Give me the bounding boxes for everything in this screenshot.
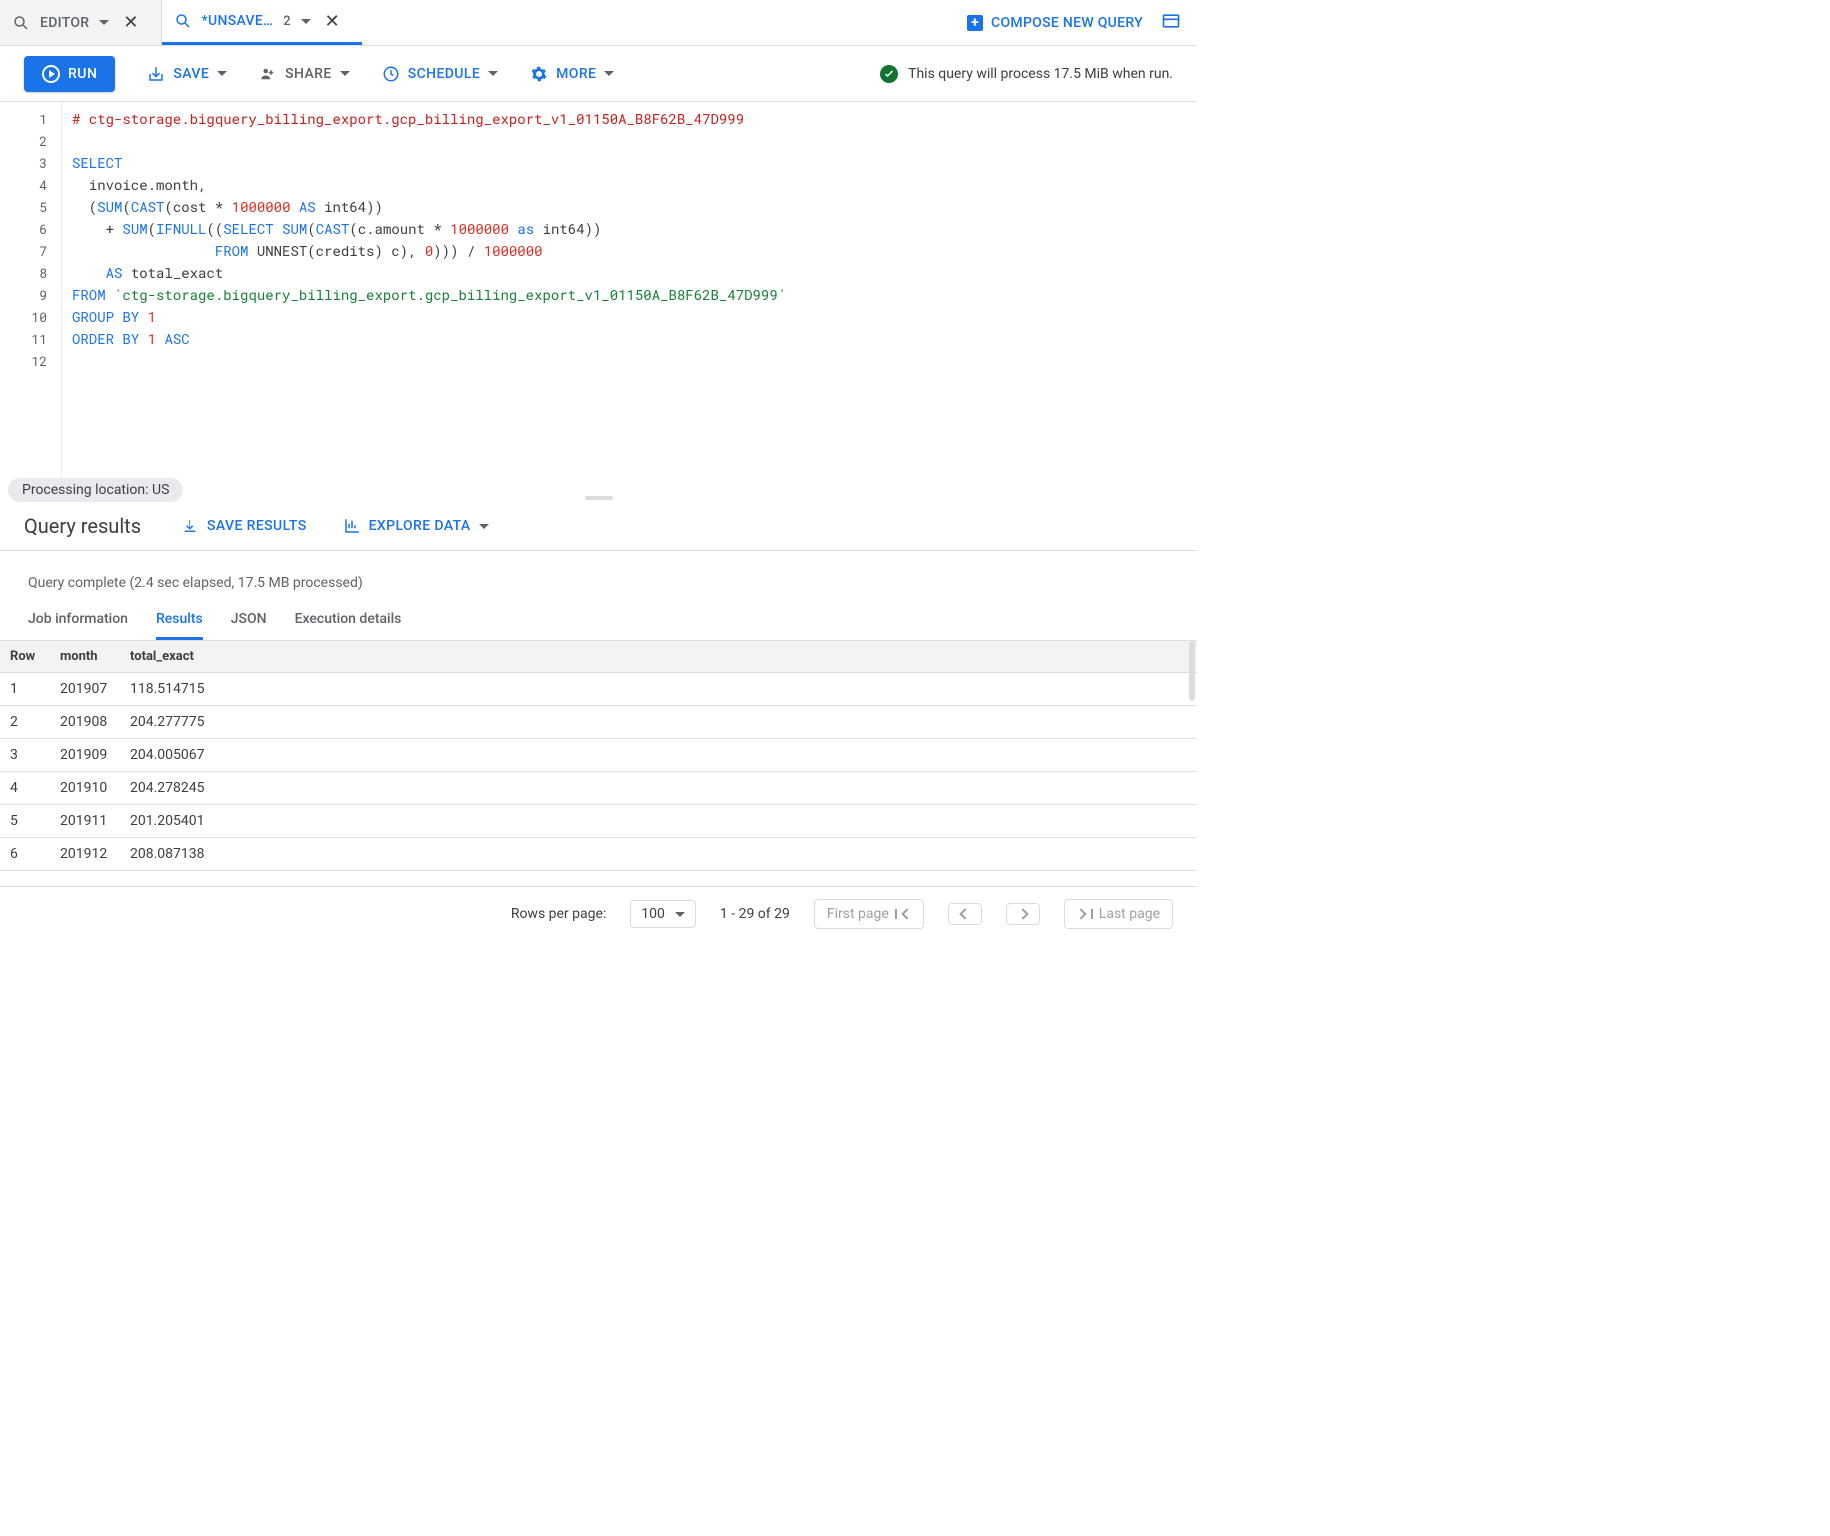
save-icon — [147, 65, 165, 83]
chevron-right-icon — [1017, 908, 1028, 919]
col-row: Row — [0, 641, 50, 673]
sql-editor[interactable]: 123456789101112 # ctg-storage.bigquery_b… — [0, 102, 1197, 492]
gear-icon — [530, 65, 548, 83]
play-icon — [42, 65, 60, 83]
query-status: This query will process 17.5 MiB when ru… — [880, 65, 1173, 83]
chevron-down-icon[interactable] — [301, 19, 311, 24]
compose-label: COMPOSE NEW QUERY — [991, 15, 1143, 31]
table-row: 1201907118.514715 — [0, 673, 1197, 706]
scrollbar[interactable] — [1189, 641, 1195, 701]
check-icon — [880, 65, 898, 83]
rows-per-page-label: Rows per page: — [511, 906, 606, 922]
tab-results[interactable]: Results — [156, 601, 203, 640]
page-range: 1 - 29 of 29 — [720, 906, 790, 922]
tab-job-information[interactable]: Job information — [28, 601, 128, 640]
status-text: This query will process 17.5 MiB when ru… — [908, 66, 1173, 82]
query-complete-text: Query complete (2.4 sec elapsed, 17.5 MB… — [0, 551, 1197, 601]
next-page-button[interactable] — [1006, 903, 1040, 925]
table-row: 2201908204.277775 — [0, 706, 1197, 739]
chevron-down-icon[interactable] — [604, 71, 614, 76]
save-results-button[interactable]: SAVE RESULTS — [181, 517, 307, 535]
result-tabs: Job information Results JSON Execution d… — [0, 601, 1197, 641]
more-label: MORE — [556, 66, 596, 82]
prev-page-button[interactable] — [948, 903, 982, 925]
chevron-down-icon[interactable] — [99, 20, 109, 25]
col-month: month — [50, 641, 120, 673]
query-icon — [12, 14, 30, 32]
chart-icon — [343, 517, 361, 535]
results-table: Row month total_exact 1201907118.5147152… — [0, 641, 1197, 871]
chevron-down-icon[interactable] — [479, 524, 489, 529]
chevron-down-icon[interactable] — [217, 71, 227, 76]
code-area[interactable]: # ctg-storage.bigquery_billing_export.gc… — [62, 102, 1197, 492]
results-title: Query results — [24, 514, 141, 538]
table-row: 4201910204.278245 — [0, 772, 1197, 805]
tab-unsaved[interactable]: *UNSAVE… 2 ✕ — [162, 0, 362, 45]
schedule-label: SCHEDULE — [408, 66, 480, 82]
table-row: 6201912208.087138 — [0, 838, 1197, 871]
explore-data-label: EXPLORE DATA — [369, 518, 471, 534]
share-icon — [259, 65, 277, 83]
clock-icon — [382, 65, 400, 83]
chevron-down-icon — [675, 912, 685, 917]
toolbar: RUN SAVE SHARE SCHEDULE MORE This query … — [0, 46, 1197, 102]
tab-json[interactable]: JSON — [231, 601, 267, 640]
more-button[interactable]: MORE — [530, 65, 614, 83]
chevron-left-icon — [959, 908, 970, 919]
tab-unsaved-label: *UNSAVE… — [202, 13, 274, 29]
run-button[interactable]: RUN — [24, 56, 115, 92]
compose-new-query-button[interactable]: + COMPOSE NEW QUERY — [967, 15, 1143, 31]
query-icon — [174, 12, 192, 30]
explore-data-button[interactable]: EXPLORE DATA — [343, 517, 489, 535]
panel-icon[interactable] — [1161, 11, 1181, 35]
schedule-button[interactable]: SCHEDULE — [382, 65, 498, 83]
tabs-row: EDITOR ✕ *UNSAVE… 2 ✕ + COMPOSE NEW QUER… — [0, 0, 1197, 46]
share-label: SHARE — [285, 66, 332, 82]
table-row: 3201909204.005067 — [0, 739, 1197, 772]
plus-icon: + — [967, 15, 983, 31]
close-icon[interactable]: ✕ — [119, 12, 142, 33]
save-results-label: SAVE RESULTS — [207, 518, 307, 534]
processing-location-badge: Processing location: US — [8, 478, 183, 502]
tab-execution-details[interactable]: Execution details — [295, 601, 402, 640]
results-header: Query results SAVE RESULTS EXPLORE DATA — [0, 492, 1197, 551]
share-button[interactable]: SHARE — [259, 65, 350, 83]
close-icon[interactable]: ✕ — [321, 11, 344, 32]
save-label: SAVE — [173, 66, 209, 82]
drag-handle[interactable] — [585, 496, 613, 500]
tab-editor[interactable]: EDITOR ✕ — [0, 0, 162, 45]
last-page-button[interactable]: Last page — [1064, 899, 1173, 929]
download-icon — [181, 517, 199, 535]
first-page-button[interactable]: First page — [814, 899, 924, 929]
run-label: RUN — [68, 66, 97, 82]
chevron-down-icon[interactable] — [340, 71, 350, 76]
col-total: total_exact — [120, 641, 230, 673]
results-table-wrap: Row month total_exact 1201907118.5147152… — [0, 641, 1197, 886]
line-gutter: 123456789101112 — [0, 102, 62, 492]
save-button[interactable]: SAVE — [147, 65, 227, 83]
table-row: 5201911201.205401 — [0, 805, 1197, 838]
pagination: Rows per page: 100 1 - 29 of 29 First pa… — [0, 886, 1197, 941]
rows-per-page-select[interactable]: 100 — [630, 900, 696, 928]
tab-editor-label: EDITOR — [40, 15, 89, 31]
chevron-down-icon[interactable] — [488, 71, 498, 76]
tab-badge: 2 — [283, 14, 290, 29]
